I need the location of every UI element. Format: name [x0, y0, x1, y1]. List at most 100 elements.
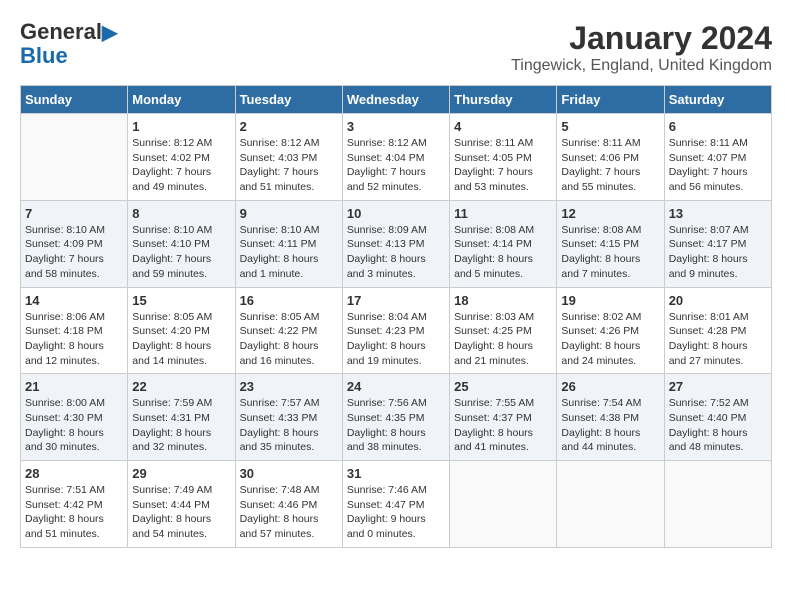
calendar-cell: 9 Sunrise: 8:10 AMSunset: 4:11 PMDaylight… [235, 200, 342, 287]
day-info: Sunrise: 8:08 AMSunset: 4:14 PMDaylight:… [454, 223, 552, 282]
day-number: 15 [132, 293, 230, 308]
day-info: Sunrise: 8:11 AMSunset: 4:05 PMDaylight:… [454, 136, 552, 195]
day-info: Sunrise: 7:59 AMSunset: 4:31 PMDaylight:… [132, 396, 230, 455]
calendar-cell [21, 114, 128, 201]
day-number: 12 [561, 206, 659, 221]
day-info: Sunrise: 8:12 AMSunset: 4:02 PMDaylight:… [132, 136, 230, 195]
day-number: 9 [240, 206, 338, 221]
day-info: Sunrise: 7:52 AMSunset: 4:40 PMDaylight:… [669, 396, 767, 455]
day-number: 22 [132, 379, 230, 394]
day-number: 26 [561, 379, 659, 394]
day-info: Sunrise: 8:07 AMSunset: 4:17 PMDaylight:… [669, 223, 767, 282]
day-info: Sunrise: 8:08 AMSunset: 4:15 PMDaylight:… [561, 223, 659, 282]
day-number: 1 [132, 119, 230, 134]
calendar-cell: 24 Sunrise: 7:56 AMSunset: 4:35 PMDayligh… [342, 374, 449, 461]
day-info: Sunrise: 8:03 AMSunset: 4:25 PMDaylight:… [454, 310, 552, 369]
day-info: Sunrise: 8:12 AMSunset: 4:03 PMDaylight:… [240, 136, 338, 195]
day-number: 17 [347, 293, 445, 308]
calendar-cell [557, 461, 664, 548]
calendar-cell: 28Sunrise: 7:51 AMSunset: 4:42 PMDayligh… [21, 461, 128, 548]
calendar-cell: 3 Sunrise: 8:12 AMSunset: 4:04 PMDaylight… [342, 114, 449, 201]
day-number: 19 [561, 293, 659, 308]
calendar-cell: 12 Sunrise: 8:08 AMSunset: 4:15 PMDayligh… [557, 200, 664, 287]
header-monday: Monday [128, 86, 235, 114]
day-info: Sunrise: 7:49 AMSunset: 4:44 PMDaylight:… [132, 483, 230, 542]
day-info: Sunrise: 8:10 AMSunset: 4:11 PMDaylight:… [240, 223, 338, 282]
logo-text: General▶ Blue [20, 20, 117, 68]
day-info: Sunrise: 8:00 AMSunset: 4:30 PMDaylight:… [25, 396, 123, 455]
week-row-3: 14 Sunrise: 8:06 AMSunset: 4:18 PMDayligh… [21, 287, 772, 374]
day-info: Sunrise: 8:10 AMSunset: 4:09 PMDaylight:… [25, 223, 123, 282]
day-number: 11 [454, 206, 552, 221]
calendar-cell: 23Sunrise: 7:57 AMSunset: 4:33 PMDayligh… [235, 374, 342, 461]
calendar-cell: 31 Sunrise: 7:46 AMSunset: 4:47 PMDayligh… [342, 461, 449, 548]
day-number: 24 [347, 379, 445, 394]
day-info: Sunrise: 8:05 AMSunset: 4:22 PMDaylight:… [240, 310, 338, 369]
header-friday: Friday [557, 86, 664, 114]
header-saturday: Saturday [664, 86, 771, 114]
day-number: 30 [240, 466, 338, 481]
calendar-cell: 20Sunrise: 8:01 AMSunset: 4:28 PMDayligh… [664, 287, 771, 374]
calendar-cell: 26 Sunrise: 7:54 AMSunset: 4:38 PMDayligh… [557, 374, 664, 461]
day-number: 25 [454, 379, 552, 394]
header-tuesday: Tuesday [235, 86, 342, 114]
calendar-cell [450, 461, 557, 548]
week-row-1: 1 Sunrise: 8:12 AMSunset: 4:02 PMDaylight… [21, 114, 772, 201]
day-number: 3 [347, 119, 445, 134]
day-number: 20 [669, 293, 767, 308]
calendar-table: SundayMondayTuesdayWednesdayThursdayFrid… [20, 85, 772, 548]
title-block: January 2024 Tingewick, England, United … [511, 20, 772, 75]
day-info: Sunrise: 7:55 AMSunset: 4:37 PMDaylight:… [454, 396, 552, 455]
calendar-cell: 4 Sunrise: 8:11 AMSunset: 4:05 PMDaylight… [450, 114, 557, 201]
week-row-4: 21 Sunrise: 8:00 AMSunset: 4:30 PMDayligh… [21, 374, 772, 461]
header-thursday: Thursday [450, 86, 557, 114]
day-number: 18 [454, 293, 552, 308]
day-info: Sunrise: 8:04 AMSunset: 4:23 PMDaylight:… [347, 310, 445, 369]
week-row-5: 28Sunrise: 7:51 AMSunset: 4:42 PMDayligh… [21, 461, 772, 548]
day-info: Sunrise: 7:51 AMSunset: 4:42 PMDaylight:… [25, 483, 123, 542]
day-info: Sunrise: 8:10 AMSunset: 4:10 PMDaylight:… [132, 223, 230, 282]
day-number: 31 [347, 466, 445, 481]
day-info: Sunrise: 7:54 AMSunset: 4:38 PMDaylight:… [561, 396, 659, 455]
day-info: Sunrise: 7:56 AMSunset: 4:35 PMDaylight:… [347, 396, 445, 455]
day-number: 14 [25, 293, 123, 308]
day-number: 21 [25, 379, 123, 394]
logo: General▶ Blue [20, 20, 117, 68]
header-row: SundayMondayTuesdayWednesdayThursdayFrid… [21, 86, 772, 114]
calendar-subtitle: Tingewick, England, United Kingdom [511, 57, 772, 75]
header-wednesday: Wednesday [342, 86, 449, 114]
week-row-2: 7 Sunrise: 8:10 AMSunset: 4:09 PMDaylight… [21, 200, 772, 287]
day-number: 4 [454, 119, 552, 134]
day-info: Sunrise: 8:02 AMSunset: 4:26 PMDaylight:… [561, 310, 659, 369]
calendar-cell: 25 Sunrise: 7:55 AMSunset: 4:37 PMDayligh… [450, 374, 557, 461]
day-number: 16 [240, 293, 338, 308]
day-info: Sunrise: 7:46 AMSunset: 4:47 PMDaylight:… [347, 483, 445, 542]
calendar-cell: 2 Sunrise: 8:12 AMSunset: 4:03 PMDaylight… [235, 114, 342, 201]
day-info: Sunrise: 8:09 AMSunset: 4:13 PMDaylight:… [347, 223, 445, 282]
calendar-cell: 10Sunrise: 8:09 AMSunset: 4:13 PMDayligh… [342, 200, 449, 287]
calendar-cell: 29Sunrise: 7:49 AMSunset: 4:44 PMDayligh… [128, 461, 235, 548]
calendar-cell: 15 Sunrise: 8:05 AMSunset: 4:20 PMDayligh… [128, 287, 235, 374]
day-info: Sunrise: 8:06 AMSunset: 4:18 PMDaylight:… [25, 310, 123, 369]
day-number: 8 [132, 206, 230, 221]
day-number: 27 [669, 379, 767, 394]
day-info: Sunrise: 8:05 AMSunset: 4:20 PMDaylight:… [132, 310, 230, 369]
day-info: Sunrise: 8:11 AMSunset: 4:06 PMDaylight:… [561, 136, 659, 195]
header-sunday: Sunday [21, 86, 128, 114]
page-header: General▶ Blue January 2024 Tingewick, En… [20, 20, 772, 75]
calendar-cell: 11 Sunrise: 8:08 AMSunset: 4:14 PMDayligh… [450, 200, 557, 287]
calendar-cell: 30Sunrise: 7:48 AMSunset: 4:46 PMDayligh… [235, 461, 342, 548]
day-number: 7 [25, 206, 123, 221]
day-number: 13 [669, 206, 767, 221]
day-number: 2 [240, 119, 338, 134]
day-info: Sunrise: 8:12 AMSunset: 4:04 PMDaylight:… [347, 136, 445, 195]
day-info: Sunrise: 8:11 AMSunset: 4:07 PMDaylight:… [669, 136, 767, 195]
calendar-cell: 7 Sunrise: 8:10 AMSunset: 4:09 PMDaylight… [21, 200, 128, 287]
calendar-cell: 14 Sunrise: 8:06 AMSunset: 4:18 PMDayligh… [21, 287, 128, 374]
calendar-cell: 17 Sunrise: 8:04 AMSunset: 4:23 PMDayligh… [342, 287, 449, 374]
calendar-cell: 6Sunrise: 8:11 AMSunset: 4:07 PMDaylight… [664, 114, 771, 201]
calendar-cell: 18 Sunrise: 8:03 AMSunset: 4:25 PMDayligh… [450, 287, 557, 374]
calendar-cell: 16 Sunrise: 8:05 AMSunset: 4:22 PMDayligh… [235, 287, 342, 374]
calendar-cell: 1 Sunrise: 8:12 AMSunset: 4:02 PMDaylight… [128, 114, 235, 201]
calendar-cell: 13 Sunrise: 8:07 AMSunset: 4:17 PMDayligh… [664, 200, 771, 287]
